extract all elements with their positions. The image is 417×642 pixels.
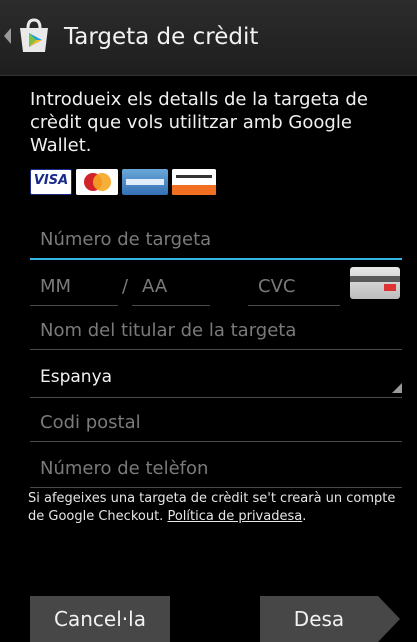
cardholder-name-placeholder: Nom del titular de la targeta — [40, 320, 297, 341]
action-bar: Targeta de crèdit — [0, 0, 417, 76]
card-number-placeholder: Número de targeta — [40, 229, 212, 250]
notice-end: . — [302, 509, 307, 524]
save-button-label: Desa — [293, 607, 345, 631]
amex-card-icon — [122, 169, 168, 195]
phone-number-placeholder: Número de telèfon — [40, 458, 209, 479]
cancel-button[interactable]: Cancel·la — [30, 596, 170, 642]
save-button-arrow[interactable] — [378, 596, 400, 642]
cancel-button-label: Cancel·la — [54, 607, 146, 631]
expiry-year-field[interactable]: AA — [132, 268, 210, 306]
card-number-field[interactable]: Número de targeta — [30, 222, 402, 260]
cvc-card-strip — [350, 276, 400, 282]
checkout-notice: Si afegeixes una targeta de crèdit se't … — [28, 490, 408, 526]
country-spinner[interactable]: Espanya — [30, 358, 402, 398]
play-store-icon[interactable] — [14, 16, 54, 56]
cardholder-name-field[interactable]: Nom del titular de la targeta — [30, 312, 402, 350]
postal-code-field[interactable]: Codi postal — [30, 404, 402, 442]
expiry-month-placeholder: MM — [40, 276, 72, 297]
expiry-year-placeholder: AA — [142, 276, 168, 297]
cvc-card-code-box — [384, 284, 396, 291]
screen-title: Targeta de crèdit — [64, 24, 259, 50]
expiry-separator: / — [122, 276, 129, 297]
back-chevron-icon[interactable] — [4, 28, 11, 44]
visa-label: VISA — [33, 173, 69, 188]
cvc-card-icon — [350, 267, 400, 299]
save-button[interactable]: Desa — [260, 596, 378, 642]
visa-card-icon: VISA — [30, 169, 72, 195]
privacy-policy-link[interactable]: Política de privadesa — [167, 509, 302, 524]
intro-text: Introdueix els detalls de la targeta de … — [30, 89, 368, 156]
expiry-month-field[interactable]: MM — [30, 268, 118, 306]
country-value: Espanya — [40, 367, 113, 387]
cvc-placeholder: CVC — [258, 276, 296, 297]
phone-number-field[interactable]: Número de telèfon — [30, 450, 402, 488]
discover-card-icon — [172, 169, 216, 195]
cvc-field[interactable]: CVC — [248, 268, 340, 306]
postal-code-placeholder: Codi postal — [40, 412, 141, 433]
mastercard-card-icon — [76, 169, 118, 195]
spinner-corner-icon — [392, 383, 402, 393]
